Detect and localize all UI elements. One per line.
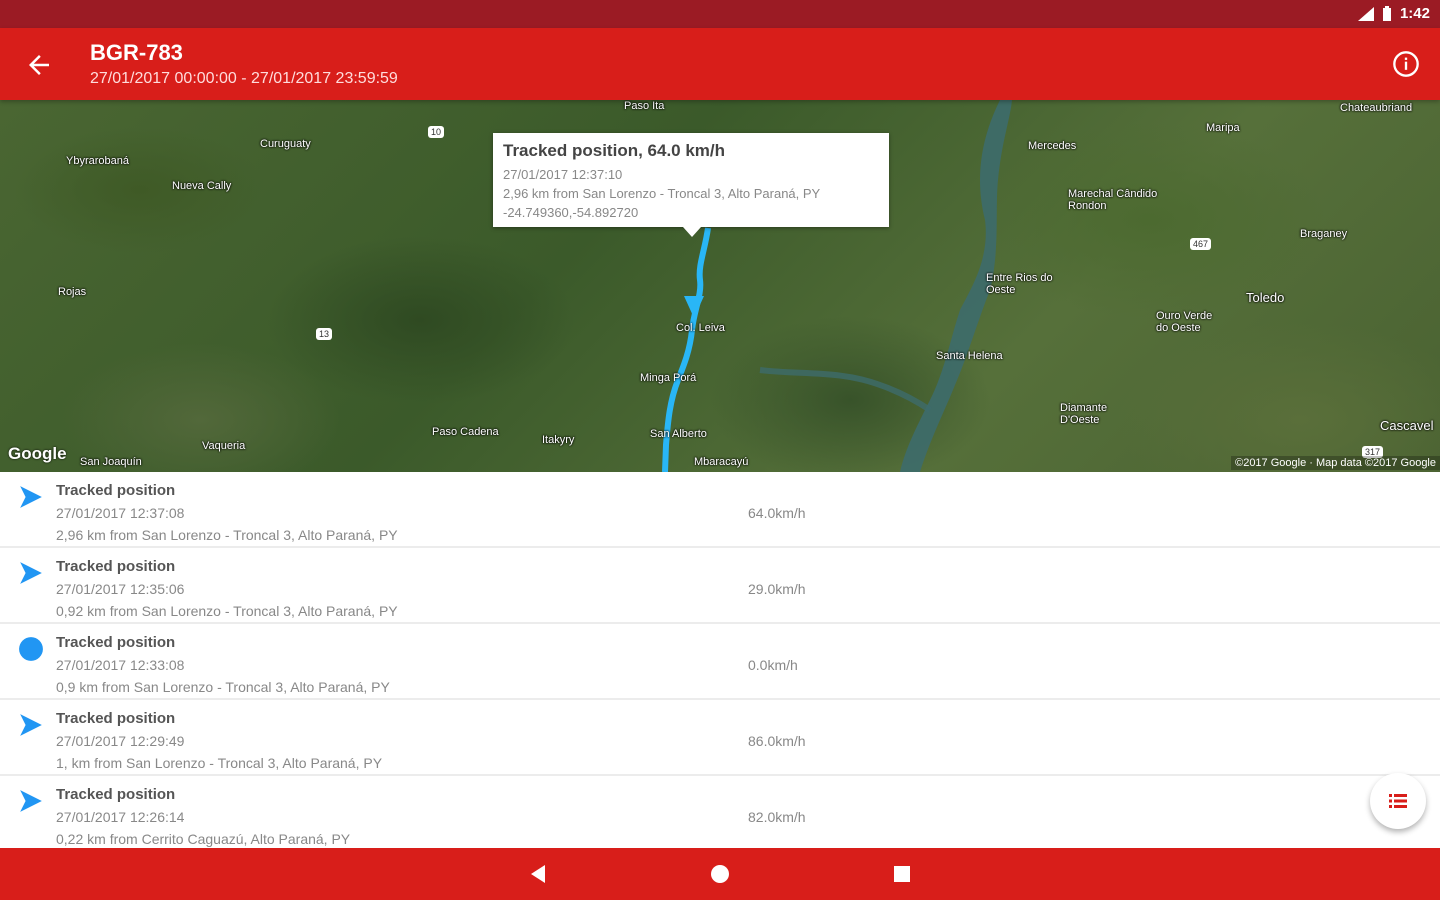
position-address: 1, km from San Lorenzo - Troncal 3, Alto…: [56, 755, 383, 771]
google-logo: Google: [8, 444, 67, 463]
page-title: BGR-783: [90, 40, 183, 65]
signal-icon: [1357, 6, 1374, 21]
position-time: 27/01/2017 12:26:14: [56, 809, 185, 825]
map-label: Diamante D'Oeste: [1060, 402, 1108, 426]
map-view[interactable]: Paso Ita Curuguaty Ybyrarobaná Nueva Cal…: [0, 100, 1440, 472]
map-label: Toledo: [1246, 290, 1285, 305]
map-label: Maripa: [1206, 122, 1240, 134]
position-address: 0,92 km from San Lorenzo - Troncal 3, Al…: [56, 603, 398, 619]
position-address: 2,96 km from San Lorenzo - Troncal 3, Al…: [56, 527, 398, 543]
status-bar: 1:42: [0, 0, 1440, 28]
info-window-title: Tracked position, 64.0 km/h: [503, 141, 726, 160]
map-label: Paso Cadena: [432, 426, 499, 438]
position-speed: 82.0km/h: [748, 809, 806, 825]
map-info-window[interactable]: Tracked position, 64.0 km/h 27/01/2017 1…: [493, 133, 889, 237]
list-icon: [1389, 794, 1407, 808]
map-label: Marechal Cândido Rondon: [1068, 188, 1158, 212]
map-label: Vaqueria: [202, 440, 246, 452]
navigation-arrow-icon: [20, 714, 42, 736]
nav-back-icon[interactable]: [526, 862, 550, 886]
map-label: San Joaquín: [80, 456, 142, 468]
map-label: Itakyry: [542, 434, 575, 446]
position-time: 27/01/2017 12:33:08: [56, 657, 185, 673]
map-label: Nueva Cally: [172, 180, 232, 192]
back-arrow-icon[interactable]: [24, 50, 54, 80]
map-copyright[interactable]: ©2017 Google · Map data ©2017 Google: [1231, 456, 1440, 470]
map-label: Col. Leiva: [676, 322, 725, 334]
system-nav-bar: [0, 848, 1440, 900]
battery-icon: [1382, 6, 1391, 21]
list-item[interactable]: Tracked position 27/01/2017 12:33:08 0,9…: [0, 624, 1440, 700]
app-bar: BGR-783 27/01/2017 00:00:00 - 27/01/2017…: [0, 28, 1440, 100]
navigation-arrow-icon: [20, 790, 42, 812]
info-window-time: 27/01/2017 12:37:10: [503, 167, 623, 182]
date-range: 27/01/2017 00:00:00 - 27/01/2017 23:59:5…: [90, 70, 398, 87]
map-label: Rojas: [58, 286, 87, 298]
stopped-dot-icon: [19, 637, 43, 661]
position-title: Tracked position: [56, 634, 176, 651]
position-title: Tracked position: [56, 786, 176, 803]
map-label: Entre Rios do Oeste: [986, 272, 1053, 296]
map-label: Santa Helena: [936, 350, 1003, 362]
route-direction-arrow: [684, 296, 704, 318]
road-badge: 13: [316, 328, 333, 340]
map-label: Mercedes: [1028, 140, 1077, 152]
position-speed: 86.0km/h: [748, 733, 806, 749]
info-icon[interactable]: [1392, 50, 1420, 78]
status-time: 1:42: [1399, 5, 1430, 22]
road-badge: 10: [428, 126, 445, 138]
info-window-coords: -24.749360,-54.892720: [503, 205, 639, 220]
position-speed: 29.0km/h: [748, 581, 806, 597]
map-label: Paso Ita: [624, 100, 665, 112]
position-time: 27/01/2017 12:37:08: [56, 505, 185, 521]
position-title: Tracked position: [56, 482, 176, 499]
list-view-button[interactable]: [1370, 773, 1426, 829]
position-address: 0,22 km from Cerrito Caguazú, Alto Paran…: [56, 831, 351, 847]
road-badge: 467: [1190, 238, 1212, 250]
position-time: 27/01/2017 12:35:06: [56, 581, 185, 597]
map-label: Chateaubriand: [1340, 102, 1413, 114]
position-speed: 64.0km/h: [748, 505, 806, 521]
navigation-arrow-icon: [20, 486, 42, 508]
info-window-address: 2,96 km from San Lorenzo - Troncal 3, Al…: [503, 186, 821, 201]
map-label: Mbaracayú: [694, 456, 749, 468]
list-item[interactable]: Tracked position 27/01/2017 12:37:08 2,9…: [0, 472, 1440, 548]
nav-home-icon[interactable]: [708, 862, 732, 886]
map-label: San Alberto: [650, 428, 707, 440]
map-label: Ouro Verde do Oeste: [1156, 310, 1213, 334]
position-time: 27/01/2017 12:29:49: [56, 733, 185, 749]
position-title: Tracked position: [56, 558, 176, 575]
list-item[interactable]: Tracked position 27/01/2017 12:35:06 0,9…: [0, 548, 1440, 624]
list-item[interactable]: Tracked position 27/01/2017 12:26:14 0,2…: [0, 776, 1440, 848]
position-speed: 0.0km/h: [748, 657, 798, 673]
navigation-arrow-icon: [20, 562, 42, 584]
map-label: Braganey: [1300, 228, 1348, 240]
nav-recents-icon[interactable]: [890, 862, 914, 886]
map-label: Ybyrarobaná: [66, 155, 129, 167]
map-label: Minga Porá: [640, 372, 697, 384]
position-list[interactable]: Tracked position 27/01/2017 12:37:08 2,9…: [0, 472, 1440, 848]
position-title: Tracked position: [56, 710, 176, 727]
list-item[interactable]: Tracked position 27/01/2017 12:29:49 1, …: [0, 700, 1440, 776]
position-address: 0,9 km from San Lorenzo - Troncal 3, Alt…: [56, 679, 390, 695]
map-label: Cascavel: [1380, 418, 1434, 433]
map-label: Curuguaty: [260, 138, 311, 150]
